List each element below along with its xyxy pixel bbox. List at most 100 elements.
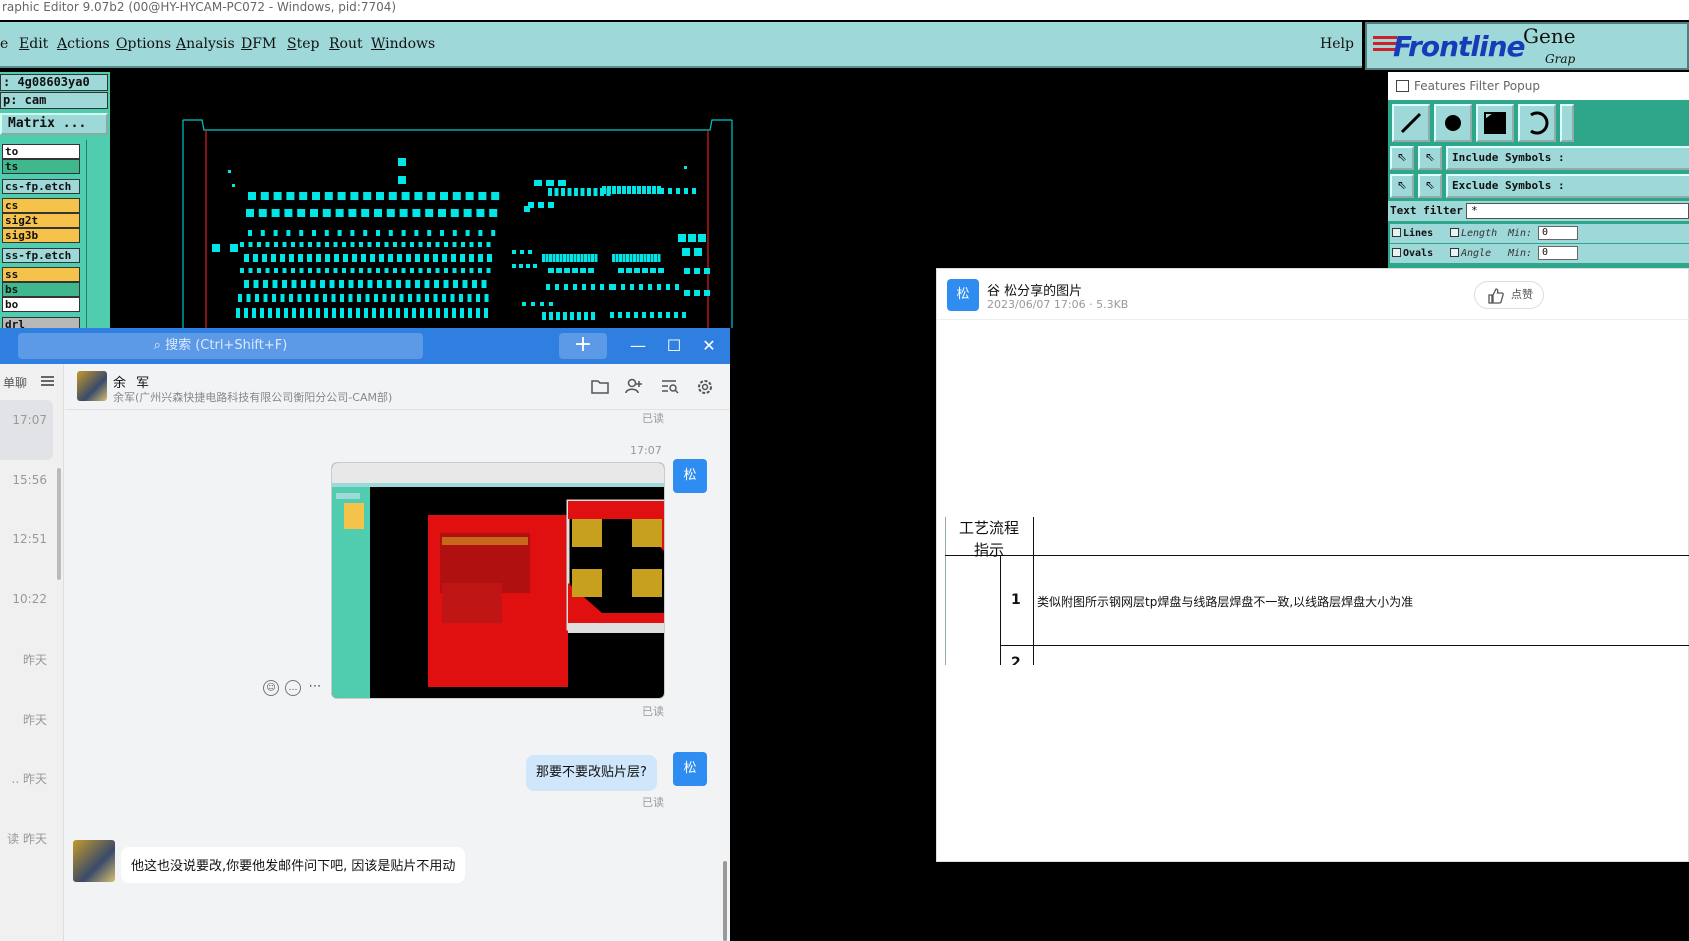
my-avatar[interactable]: 松 [673, 459, 707, 493]
conversation-time[interactable]: 17:07 [12, 413, 47, 427]
conversation-scrollbar[interactable] [57, 468, 61, 580]
emoji-reaction-icon[interactable]: ☺ [263, 680, 279, 696]
lines-checkbox[interactable]: Lines [1392, 224, 1444, 243]
pcb-pad [401, 268, 406, 273]
pcb-pad [427, 230, 432, 236]
cam-menubar: e Edit Actions Options Analysis DFM Step… [0, 22, 1362, 68]
line-filter-button[interactable] [1392, 104, 1430, 142]
pcb-pad [248, 268, 253, 273]
pcb-pad [316, 308, 320, 318]
checkbox-icon [1392, 228, 1401, 237]
layer-scrollbar[interactable] [86, 140, 108, 328]
length-checkbox[interactable]: Length [1450, 224, 1497, 243]
sharer-avatar[interactable]: 松 [947, 279, 979, 311]
pcb-pad [350, 242, 355, 247]
reply-icon[interactable]: … [285, 680, 301, 696]
maximize-icon[interactable]: ☐ [660, 332, 688, 360]
include-clear-icon[interactable]: ⇖ [1418, 146, 1442, 170]
pcb-pad [418, 242, 423, 247]
pcb-pad [632, 186, 636, 194]
folder-icon[interactable] [591, 378, 609, 394]
matrix-button[interactable]: Matrix ... [0, 113, 108, 135]
include-symbols-label[interactable]: Include Symbols : [1446, 146, 1689, 170]
menu-rout[interactable]: Rout [329, 36, 363, 52]
like-button[interactable]: 点赞 [1474, 281, 1544, 309]
menu-analysis[interactable]: Analysis [176, 36, 235, 52]
pcb-pad [674, 312, 678, 318]
settings-icon[interactable] [696, 378, 714, 394]
add-member-icon[interactable] [625, 378, 643, 394]
contact-avatar[interactable] [77, 371, 107, 401]
chat-scrollbar[interactable] [723, 861, 727, 941]
pad-filter-button[interactable] [1434, 104, 1472, 142]
layer-ss[interactable]: ss [2, 267, 80, 282]
shared-screenshot[interactable] [331, 462, 665, 699]
layer-cs-fp-etch[interactable]: cs-fp.etch [2, 179, 80, 194]
chat-search-input[interactable]: ⌕ 搜索 (Ctrl+Shift+F) [18, 333, 423, 359]
exclude-select-icon[interactable]: ⇖ [1390, 174, 1414, 198]
layer-to[interactable]: to [2, 144, 80, 159]
angle-min-input[interactable]: 0 [1538, 246, 1578, 260]
menu-step[interactable]: Step [287, 36, 319, 52]
outgoing-message[interactable]: 那要不要改贴片层? [526, 755, 657, 791]
pcb-pad [399, 294, 404, 302]
pcb-pad [469, 268, 474, 273]
length-min-input[interactable]: 0 [1538, 226, 1578, 240]
pcb-pad [274, 268, 278, 273]
pcb-pad [561, 188, 565, 196]
arc-filter-button[interactable] [1518, 104, 1556, 142]
pcb-pad [484, 294, 489, 302]
conversation-time[interactable]: .. 昨天 [12, 770, 47, 787]
text-filter-input[interactable]: * [1466, 203, 1689, 219]
pcb-pad [600, 284, 604, 290]
minimize-icon[interactable]: — [624, 332, 652, 360]
menu-options[interactable]: Options [116, 36, 171, 52]
conversation-time[interactable]: 昨天 [23, 651, 47, 668]
more-filter-button[interactable] [1560, 104, 1574, 142]
menu-edit[interactable]: Edit [19, 36, 48, 52]
menu-dfm[interactable]: DFM [241, 36, 276, 52]
add-button[interactable]: + [559, 333, 607, 359]
close-icon[interactable]: ✕ [695, 332, 723, 360]
pcb-pad [469, 254, 474, 262]
menu-windows[interactable]: Windows [371, 36, 435, 52]
exclude-symbols-label[interactable]: Exclude Symbols : [1446, 174, 1689, 198]
conversation-time[interactable]: 12:51 [12, 532, 47, 546]
pcb-pad [420, 308, 424, 318]
conversation-time[interactable]: 昨天 [23, 711, 47, 728]
pcb-pad [299, 268, 304, 273]
menu-help[interactable]: Help [1320, 36, 1354, 52]
layer-cs[interactable]: cs [2, 198, 80, 213]
pcb-pad [374, 209, 382, 217]
angle-checkbox[interactable]: Angle [1450, 244, 1491, 263]
menu-actions[interactable]: Actions [57, 36, 110, 52]
more-icon[interactable]: ⋯ [307, 680, 323, 696]
conversation-time[interactable]: 10:22 [12, 592, 47, 606]
layer-sig2t[interactable]: sig2t [2, 213, 80, 228]
layer-ts[interactable]: ts [2, 159, 80, 174]
surface-filter-button[interactable] [1476, 104, 1514, 142]
read-status: 已读 [642, 412, 664, 425]
layer-sig3b[interactable]: sig3b [2, 228, 80, 243]
conversation-time[interactable]: 15:56 [12, 473, 47, 487]
exclude-clear-icon[interactable]: ⇖ [1418, 174, 1442, 198]
incoming-message[interactable]: 他这也没说要改,你要他发邮件问下吧, 因该是贴片不用动 [121, 847, 466, 883]
ovals-checkbox[interactable]: Ovals [1392, 244, 1444, 263]
layer-bo[interactable]: bo [2, 297, 80, 312]
include-select-icon[interactable]: ⇖ [1390, 146, 1414, 170]
pcb-pad [451, 254, 456, 262]
search-history-icon[interactable] [661, 378, 679, 394]
conversation-time[interactable]: 读 昨天 [7, 830, 47, 847]
pcb-pad [433, 254, 438, 262]
selected-conversation[interactable] [0, 400, 53, 460]
pcb-pad [361, 209, 370, 217]
layer-bs[interactable]: bs [2, 282, 80, 297]
frontline-logo: Frontline Gene Grap [1365, 22, 1689, 70]
menu-file[interactable]: e [0, 36, 8, 52]
my-avatar[interactable]: 松 [673, 752, 707, 786]
menu-icon[interactable] [41, 376, 54, 386]
pcb-pad [542, 254, 545, 262]
single-chat-tab[interactable]: 单聊 [3, 374, 27, 391]
layer-ss-fp-etch[interactable]: ss-fp.etch [2, 248, 80, 263]
contact-avatar[interactable] [73, 840, 115, 882]
